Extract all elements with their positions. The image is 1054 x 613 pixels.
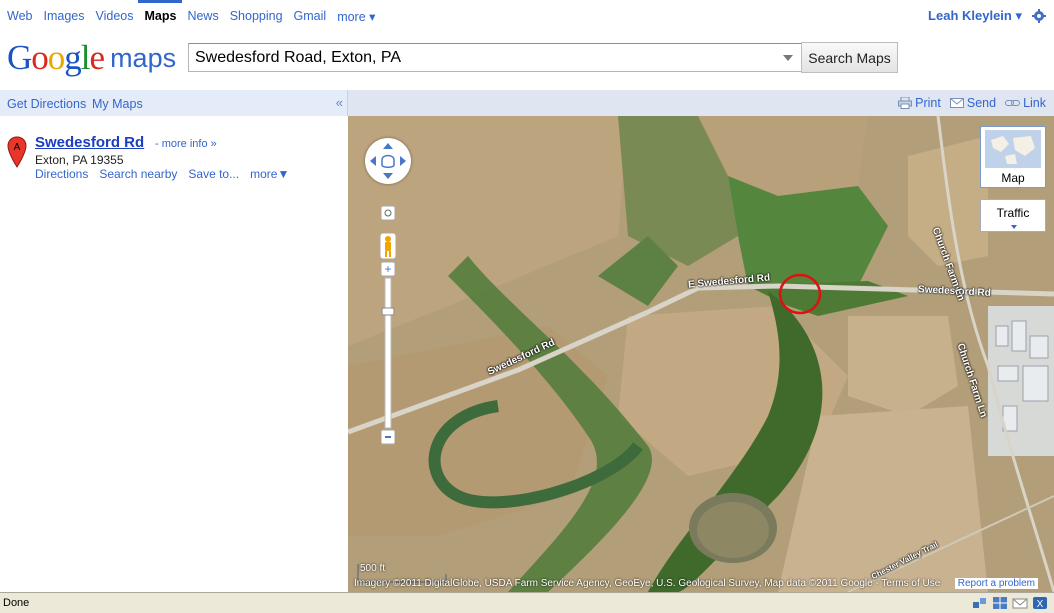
logo-letter: o	[47, 38, 65, 77]
status-text: Done	[3, 597, 30, 609]
send-button[interactable]: Send	[949, 96, 997, 110]
send-label: Send	[966, 96, 997, 110]
gbar-link-web[interactable]: Web	[7, 9, 32, 24]
pan-control[interactable]	[365, 138, 411, 184]
logo-maps-text: maps	[110, 43, 177, 73]
map-marker-a-icon[interactable]: A	[7, 136, 27, 168]
extension-icon: X	[1032, 596, 1048, 610]
printer-icon	[898, 97, 913, 109]
map-attribution: Imagery ©2011 DigitalGlobe, USDA Farm Se…	[354, 578, 941, 589]
map-canvas[interactable]: E Swedesford Rd Swedesford Rd Swedesford…	[348, 116, 1054, 592]
google-bar: Web Images Videos Maps News Shopping Gma…	[0, 0, 1054, 30]
chain-link-icon	[1005, 100, 1021, 106]
search-maps-button[interactable]: Search Maps	[801, 42, 898, 73]
search-input[interactable]	[189, 44, 769, 71]
google-maps-logo[interactable]: Google maps	[7, 38, 176, 78]
user-menu[interactable]: Leah Kleylein ▾	[928, 8, 1022, 24]
scale-label: 500 ft	[360, 563, 386, 574]
logo-letter: g	[64, 38, 81, 77]
gbar-link-gmail[interactable]: Gmail	[294, 9, 327, 24]
gbar-links: Web Images Videos Maps News Shopping Gma…	[7, 0, 386, 24]
search-history-dropdown-icon[interactable]	[783, 55, 793, 61]
chevron-down-icon	[1011, 225, 1017, 229]
status-icons: X	[972, 596, 1048, 610]
directions-link[interactable]: Directions	[35, 167, 88, 181]
traffic-button[interactable]: Traffic	[980, 199, 1046, 232]
report-problem-link[interactable]: Report a problem	[954, 578, 1038, 589]
envelope-icon	[949, 98, 964, 108]
toolbar: Get Directions My Maps « Print Send Link	[0, 90, 1054, 116]
browser-status-bar: Done X	[0, 592, 1054, 613]
gbar-link-more[interactable]: more ▾	[337, 9, 375, 24]
link-button[interactable]: Link	[1005, 96, 1046, 110]
pegman-icon[interactable]	[380, 233, 396, 259]
pan-arrows-icon	[370, 143, 406, 179]
gbar-link-news[interactable]: News	[187, 9, 218, 24]
panel-tabs: Get Directions My Maps «	[0, 90, 348, 116]
gbar-link-maps[interactable]: Maps	[138, 0, 183, 24]
gbar-link-images[interactable]: Images	[43, 9, 84, 24]
gear-icon[interactable]	[1032, 9, 1046, 23]
svg-text:+: +	[384, 262, 391, 276]
result-title-link[interactable]: Swedesford Rd	[35, 134, 144, 151]
marker-letter: A	[14, 142, 21, 153]
gbar-account: Leah Kleylein ▾	[928, 8, 1046, 24]
mail-icon	[1012, 596, 1028, 610]
logo-letter: o	[31, 38, 48, 77]
search-box	[188, 43, 802, 72]
print-label: Print	[915, 96, 941, 110]
header: Googlemaps Search Maps	[0, 30, 1054, 90]
satellite-imagery	[348, 116, 1054, 592]
more-info-link[interactable]: - more info »	[155, 138, 217, 150]
logo-letter: l	[80, 38, 91, 77]
save-to-link[interactable]: Save to...	[188, 167, 239, 181]
result-address: Exton, PA 19355	[35, 153, 124, 167]
network-icon	[972, 596, 988, 610]
link-label: Link	[1023, 96, 1046, 110]
gbar-link-shopping[interactable]: Shopping	[230, 9, 283, 24]
my-maps-link[interactable]: My Maps	[92, 97, 143, 111]
map-thumbnail	[985, 130, 1041, 168]
collapse-panel-button[interactable]: «	[336, 95, 343, 110]
logo-letter: e	[89, 38, 106, 77]
result-actions: Directions Search nearby Save to... more▼	[35, 167, 300, 181]
grid-icon	[992, 596, 1008, 610]
more-actions-link[interactable]: more▼	[250, 167, 289, 181]
share-actions: Print Send Link	[898, 96, 1046, 110]
gbar-link-videos[interactable]: Videos	[95, 9, 133, 24]
map-type-button[interactable]: Map	[980, 126, 1046, 188]
map-type-label: Map	[1001, 171, 1025, 185]
get-directions-link[interactable]: Get Directions	[7, 97, 86, 111]
traffic-label: Traffic	[996, 206, 1030, 220]
svg-text:X: X	[1037, 599, 1044, 610]
logo-letter: G	[7, 38, 32, 77]
print-button[interactable]: Print	[898, 96, 941, 110]
search-nearby-link[interactable]: Search nearby	[99, 167, 177, 181]
results-panel: A Swedesford Rd - more info » Exton, PA …	[0, 116, 348, 592]
